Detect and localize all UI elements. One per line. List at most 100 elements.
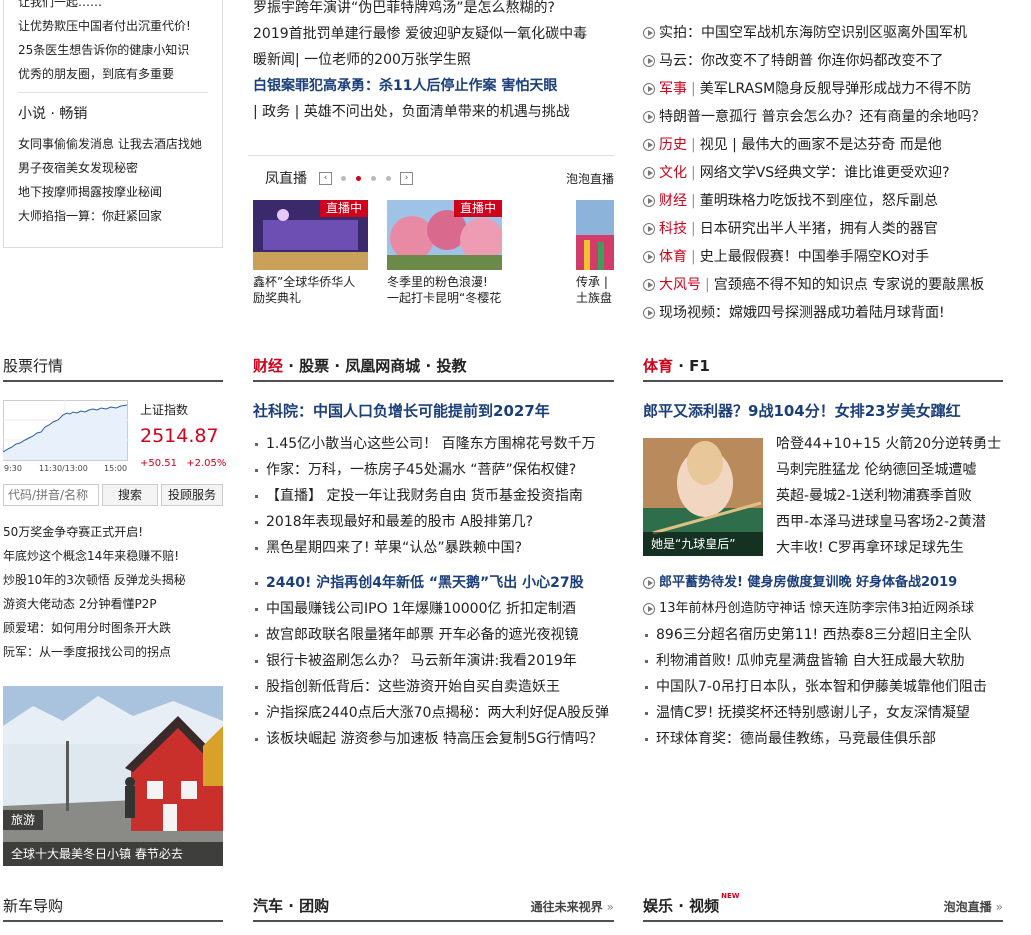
news-item[interactable]: 马云：你改变不了特朗普 你连你妈都改变不了 xyxy=(643,47,1023,75)
pager-dot[interactable] xyxy=(371,175,376,181)
news-item[interactable]: 利物浦首败! 瓜帅克星满盘皆输 自大狂成最大软肋 xyxy=(643,648,1023,674)
news-item[interactable]: 历史 | 视见 | 最伟大的画家不是达芬奇 而是他 xyxy=(643,131,1023,159)
pager-dot[interactable] xyxy=(341,175,346,181)
news-item[interactable]: 哈登44+10+15 火箭20分逆转勇士 xyxy=(776,431,1016,457)
news-item[interactable]: 军事 | 美军LRASM隐身反舰导弹形成战力不得不防 xyxy=(643,75,1023,103)
finance-list-1: 1.45亿小散当心这些公司！ 百隆东方围棉花号数千万 作家：万科，一栋房子45处… xyxy=(253,431,614,561)
news-item[interactable]: 英超-曼城2-1送利物浦赛季首败 xyxy=(776,483,1016,509)
news-item[interactable]: 1.45亿小散当心这些公司！ 百隆东方围棉花号数千万 xyxy=(253,431,614,457)
list-item[interactable]: 女同事偷偷发消息 让我去酒店找她 xyxy=(18,132,208,156)
stock-search-input[interactable] xyxy=(3,484,99,506)
list-item[interactable]: 大师掐指一算：你赶紧回家 xyxy=(18,204,208,228)
list-item[interactable]: 50万奖金争夺赛正式开启! xyxy=(3,520,233,544)
live-card[interactable]: 直播中 鑫杯”全球华侨华人 励奖典礼 xyxy=(253,200,368,315)
news-item[interactable]: 大风号 | 宫颈癌不得不知的知识点 专家说的要敲黑板 xyxy=(643,271,1023,299)
finance-headline[interactable]: 社科院：中国人口负增长可能提前到2027年 xyxy=(253,400,614,422)
live-card[interactable]: 直播中 冬季里的粉色浪漫! 一起打卡昆明“冬樱花大道” xyxy=(387,200,502,315)
news-item[interactable]: 大丰收! C罗再拿环球足球先生 xyxy=(776,535,1016,561)
news-item[interactable]: 白银案罪犯高承勇：杀11人后停止作案 害怕天眼 xyxy=(253,73,615,99)
novel-section-title: 小说 · 畅销 xyxy=(18,106,88,122)
news-item[interactable]: 银行卡被盗刷怎么办？ 马云新年演讲:我看2019年 xyxy=(253,648,614,674)
play-icon xyxy=(643,195,655,207)
news-item[interactable]: 中国队7-0吊打日本队，张本智和伊藤美城靠他们阻击 xyxy=(643,674,1023,700)
list-item[interactable]: 让我们一起…… xyxy=(18,0,208,14)
news-item[interactable]: 中国最赚钱公司IPO 1年爆赚10000亿 折扣定制酒 xyxy=(253,596,614,622)
right-news-list: 实拍：中国空军战机东海防空识别区驱离外国军机 马云：你改变不了特朗普 你连你妈都… xyxy=(643,19,1023,327)
pager-dot[interactable] xyxy=(356,175,361,181)
list-item[interactable]: 年底炒这个概念14年来稳赚不赔! xyxy=(3,544,233,568)
news-item[interactable]: 马刺完胜猛龙 伦纳德回圣城遭嘘 xyxy=(776,457,1016,483)
travel-feature-image[interactable]: 旅游 全球十大最美冬日小镇 春节必去 xyxy=(3,686,223,866)
news-item[interactable]: 实拍：中国空军战机东海防空识别区驱离外国军机 xyxy=(643,19,1023,47)
play-icon xyxy=(643,27,655,39)
news-item[interactable]: 温情C罗! 抚摸奖杯还特别感谢儿子，女友深情凝望 xyxy=(643,700,1023,726)
news-item[interactable]: 2019首批罚单建行最惨 爱彼迎驴友疑似一氧化碳中毒 xyxy=(253,21,615,47)
news-item[interactable]: 现场视频：嫦娥四号探测器成功着陆月球背面! xyxy=(643,299,1023,327)
news-item[interactable]: 沪指探底2440点后大涨70点揭秘：两大利好促A股反弹 xyxy=(253,700,614,726)
news-item[interactable]: 2440! 沪指再创4年新低 “黑天鹅”飞出 小心27股 xyxy=(253,570,614,596)
list-item[interactable]: 地下按摩师揭露按摩业秘闻 xyxy=(18,180,208,204)
stock-name[interactable]: 上证指数 xyxy=(140,400,226,420)
prev-arrow-icon[interactable]: ‹ xyxy=(319,171,332,185)
next-arrow-icon[interactable]: › xyxy=(400,171,413,185)
news-item[interactable]: 13年前林丹创造防守神话 惊天连防李宗伟3拍近网杀球 xyxy=(643,596,1023,622)
news-item[interactable]: 故宫郎政联名限量猪年邮票 开车必备的遮光夜视镜 xyxy=(253,622,614,648)
sports-section-header: 体育 · F1 xyxy=(643,352,1003,382)
stock-section-title[interactable]: 股票行情 xyxy=(3,357,63,375)
play-icon xyxy=(643,111,655,123)
sports-headline[interactable]: 郎平又添利器？9战104分！女排23岁美女蹿红 xyxy=(643,400,1023,422)
list-item[interactable]: 阮军：从一季度报找公司的拐点 xyxy=(3,640,233,664)
paopao-live-link[interactable]: 泡泡直播 xyxy=(566,170,614,187)
list-item[interactable]: 游资大佬动态 2分钟看懂P2P xyxy=(3,592,233,616)
list-item[interactable]: 让优势欺压中国者付出沉重代价! xyxy=(18,14,208,38)
stock-change-pct: +2.05% xyxy=(186,458,227,469)
live-card[interactable]: 传承 | 土族盘 xyxy=(576,200,614,315)
news-item[interactable]: 作家：万科，一栋房子45处漏水 “菩萨”保佑权健? xyxy=(253,457,614,483)
invest-advisor-button[interactable]: 投顾服务 xyxy=(161,484,223,506)
live-badge: 直播中 xyxy=(319,200,368,217)
sports-section-title[interactable]: 体育 · F1 xyxy=(643,357,710,375)
list-item[interactable]: 顾爱珺：如何用分时图条开大跌 xyxy=(3,616,233,640)
ent-section-title[interactable]: 娱乐 · 视频NEW xyxy=(643,892,740,915)
news-item[interactable]: 西甲-本泽马进球皇马客场2-2黄潜 xyxy=(776,509,1016,535)
stock-search-button[interactable]: 搜索 xyxy=(102,484,158,506)
news-item[interactable]: 特朗普一意孤行 普京会怎么办？还有商量的余地吗？ xyxy=(643,103,1023,131)
feng-live-title[interactable]: 凤直播 xyxy=(265,168,307,188)
live-badge: 直播中 xyxy=(453,200,502,217)
stock-section-header: 股票行情 xyxy=(3,352,223,382)
auto-more-link[interactable]: 通往未来视界» xyxy=(531,892,614,922)
news-item[interactable]: 财经 | 董明珠格力吃饭找不到座位，怒斥副总 xyxy=(643,187,1023,215)
list-item[interactable]: 25条医生想告诉你的健康小知识 xyxy=(18,38,208,62)
news-item[interactable]: 体育 | 史上最假假赛！中国拳手隔空KO对手 xyxy=(643,243,1023,271)
news-item[interactable]: | 政务 | 英雄不问出处，负面清单带来的机遇与挑战 xyxy=(253,99,615,125)
auto-section-title[interactable]: 汽车 · 团购 xyxy=(253,897,329,915)
news-item[interactable]: 【直播】 定投一年让我财务自由 货币基金投资指南 xyxy=(253,483,614,509)
list-item[interactable]: 炒股10年的3次顿悟 反弹龙头揭秘 xyxy=(3,568,233,592)
news-item[interactable]: 郎平蓄势待发! 健身房傲度复训晚 好身体备战2019 xyxy=(643,570,1023,596)
live-caption: 冬季里的粉色浪漫! 一起打卡昆明“冬樱花大道” xyxy=(387,275,502,305)
sports-side-list: 哈登44+10+15 火箭20分逆转勇士 马刺完胜猛龙 伦纳德回圣城遭嘘 英超-… xyxy=(776,431,1016,561)
news-item[interactable]: 科技 | 日本研究出半人半猪，拥有人类的器官 xyxy=(643,215,1023,243)
news-item[interactable]: 该板块崛起 游资参与加速板 特高压会复制5G行情吗？ xyxy=(253,726,614,752)
news-item[interactable]: 暖新闻| 一位老师的200万张学生照 xyxy=(253,47,615,73)
sports-feature-image[interactable]: 她是“九球皇后” xyxy=(643,438,763,556)
news-item[interactable]: 文化 | 网络文学VS经典文学：谁比谁更受欢迎? xyxy=(643,159,1023,187)
play-icon xyxy=(643,251,655,263)
news-item[interactable]: 2018年表现最好和最差的股市 A股排第几? xyxy=(253,509,614,535)
list-item[interactable]: 优秀的朋友圈，到底有多重要 xyxy=(18,62,208,86)
pager-dot[interactable] xyxy=(386,175,391,181)
ent-more-link[interactable]: 泡泡直播» xyxy=(944,892,1003,922)
news-item[interactable]: 896三分超名宿历史第11! 西热泰8三分超旧主全队 xyxy=(643,622,1023,648)
list-item[interactable]: 男子夜宿美女发现秘密 xyxy=(18,156,208,180)
news-item[interactable]: 罗振宇跨年演讲“伪巴菲特牌鸡汤”是怎么熬糊的? xyxy=(253,0,615,21)
divider xyxy=(18,92,208,93)
news-item[interactable]: 黑色星期四来了! 苹果“认怂”暴跌赖中国? xyxy=(253,535,614,561)
stock-minute-chart[interactable]: 9:30 11:30/13:00 15:00 xyxy=(3,400,128,474)
news-item[interactable]: 股指创新低背后：这些游资开始自买自卖造妖王 xyxy=(253,674,614,700)
play-icon xyxy=(643,167,655,179)
news-item[interactable]: 环球体育奖：德尚最佳教练，马竞最佳俱乐部 xyxy=(643,726,1023,752)
finance-section-title[interactable]: 财经 · 股票 · 凤凰网商城 · 投教 xyxy=(253,357,466,375)
finance-list-2: 2440! 沪指再创4年新低 “黑天鹅”飞出 小心27股 中国最赚钱公司IPO … xyxy=(253,570,614,752)
costume-photo xyxy=(576,200,614,270)
newcar-section-title[interactable]: 新车导购 xyxy=(3,897,63,915)
